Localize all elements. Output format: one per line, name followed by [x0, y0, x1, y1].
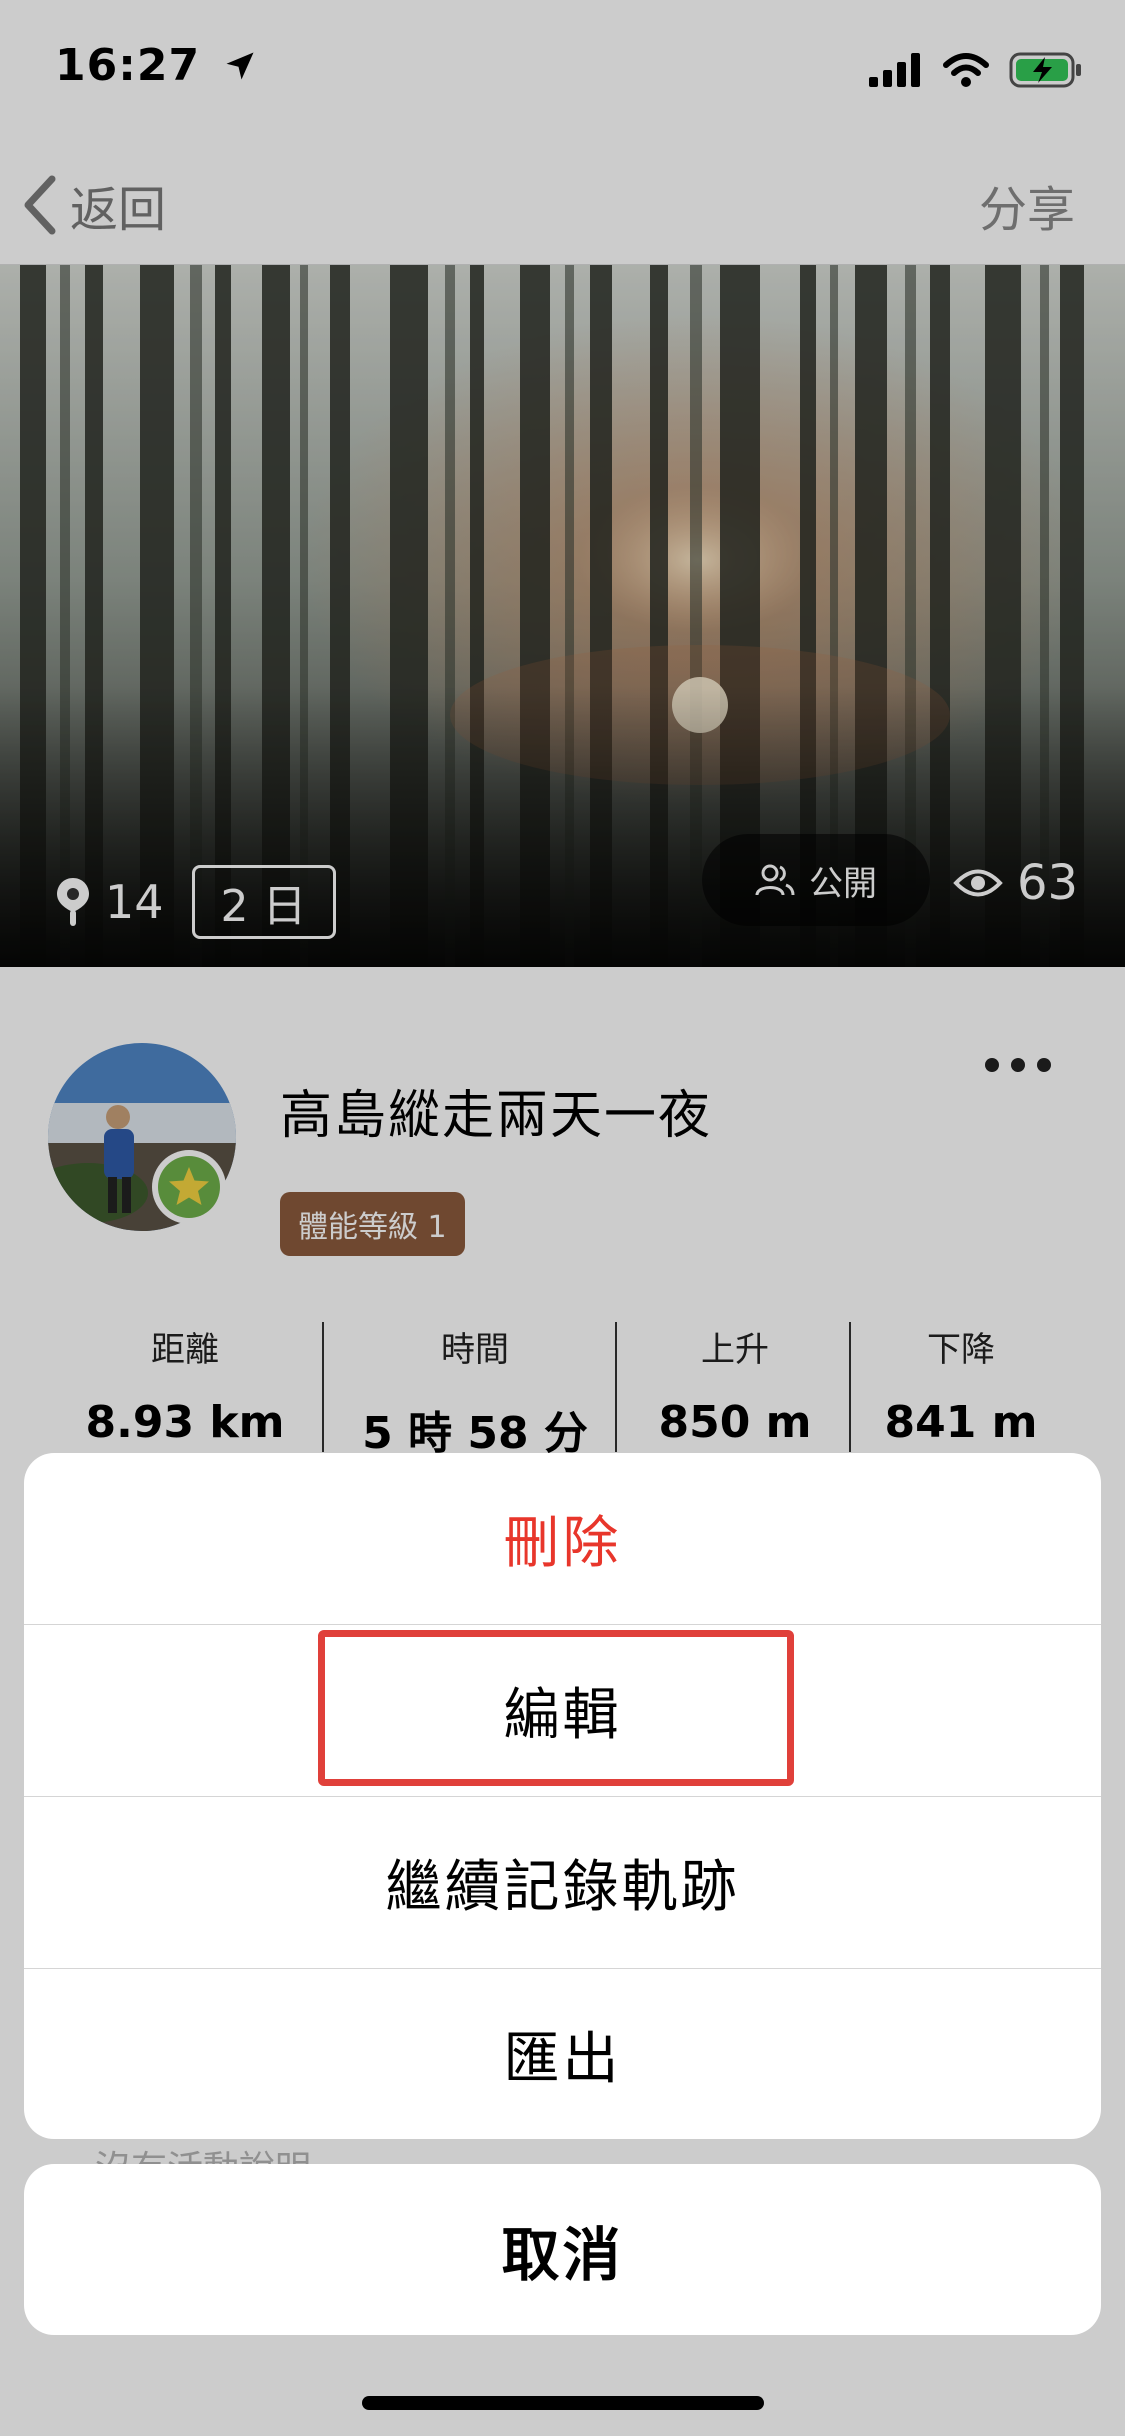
delete-button[interactable]: 刪除 — [24, 1453, 1101, 1625]
continue-tracking-button[interactable]: 繼續記錄軌跡 — [24, 1797, 1101, 1969]
home-indicator[interactable] — [362, 2396, 764, 2410]
cancel-button[interactable]: 取消 — [24, 2164, 1101, 2335]
edit-highlight-box — [318, 1630, 794, 1786]
export-button[interactable]: 匯出 — [24, 1969, 1101, 2139]
action-sheet: 刪除 編輯 繼續記錄軌跡 匯出 — [24, 1453, 1101, 2139]
